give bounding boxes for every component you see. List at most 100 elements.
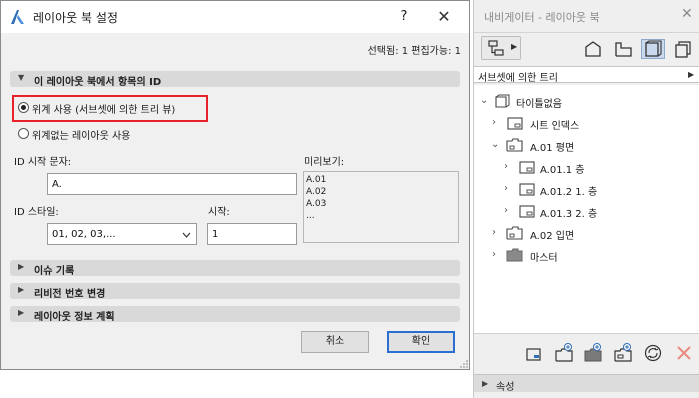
chevron-right-icon: › [492,249,496,260]
resize-grip-icon[interactable] [459,359,469,369]
tree-item-label: 타이틀없음 [516,99,562,110]
chevron-right-icon: ▶ [688,70,695,79]
chevron-right-icon: › [504,183,508,194]
sitemap-icon [488,40,504,56]
sheet-index-icon [507,117,523,130]
navigator-close-button[interactable]: ✕ [681,6,693,22]
navigator-panel: 내비게이터 - 레이아웃 북 ✕ ▶ 서브셋에 의한 트리 ▶ ⌄ 타이틀없음 … [473,0,699,398]
expand-triangle-icon: ▶ [18,308,25,317]
id-prefix-label: ID 시작 문자: [14,157,72,168]
section-item-id[interactable]: ▼ 이 레이아웃 북에서 항목의 ID [10,71,460,88]
preview-line: A.01 [306,175,327,185]
radio-selected-dot [21,105,26,110]
section-label: 이 레이아웃 북에서 항목의 ID [34,77,162,88]
update-icon[interactable] [643,343,663,363]
tree-item-label: A.01.2 1. 층 [540,187,598,198]
expand-triangle-icon: ▶ [482,379,489,388]
view-mode-dropdown[interactable]: 서브셋에 의한 트리 ▶ [474,66,699,84]
preview-box: A.01 A.02 A.03 ... [303,171,459,243]
section-label: 이슈 기록 [34,266,75,277]
publisher-sets-icon[interactable] [672,39,696,59]
layout-icon [519,183,535,196]
radio-no-hierarchy[interactable] [18,128,29,139]
id-prefix-input[interactable]: A. [47,173,297,195]
tree-item[interactable]: ⌄ A.01 평면 [474,136,699,156]
chevron-right-icon: › [504,205,508,216]
id-prefix-value: A. [52,179,62,190]
navigator-sets-button[interactable]: ▶ [481,36,521,60]
layout-book-icon [645,40,662,57]
start-label: 시작: [208,207,230,218]
view-map-icon[interactable] [612,39,636,59]
tree-item-label: A.02 입면 [530,231,575,242]
cancel-button[interactable]: 취소 [301,331,369,353]
properties-label: 속성 [496,382,515,393]
help-button[interactable]: ? [393,7,415,27]
navigator-title: 내비게이터 - 레이아웃 북 [484,11,600,24]
new-master-icon[interactable] [583,343,603,363]
id-style-select[interactable]: 01, 02, 03,... [47,223,197,245]
tree-item-label: A.01.1 층 [540,165,585,176]
tree-item-label: 마스터 [530,253,558,264]
start-value: 1 [212,229,219,240]
view-mode-value: 서브셋에 의한 트리 [478,73,558,84]
chevron-right-icon: › [492,117,496,128]
start-number-input[interactable]: 1 [207,223,297,245]
project-map-icon[interactable] [582,39,606,59]
expand-triangle-icon: ▶ [18,285,25,294]
selection-status: 선택됨: 1 편집가능: 1 [367,46,461,57]
tree-item-label: 시트 인덱스 [530,121,580,132]
radio-use-hierarchy-label[interactable]: 위계 사용 (서브셋에 의한 트리 뷰) [32,101,175,116]
radio-use-hierarchy[interactable] [18,102,29,113]
chevron-right-icon: › [504,161,508,172]
layout-book-view-button[interactable] [641,39,665,59]
radio-no-hierarchy-label[interactable]: 위계없는 레이아웃 사용 [32,127,130,142]
section-label: 레이아웃 정보 계획 [34,312,115,323]
layout-book-settings-dialog: 레이아웃 북 설정 ? ✕ 선택됨: 1 편집가능: 1 ▼ 이 레이아웃 북에… [0,0,470,370]
section-issue-history[interactable]: ▶ 이슈 기록 [10,260,460,277]
divider [474,333,699,334]
close-button[interactable]: ✕ [431,6,457,28]
layout-icon [519,161,535,174]
id-style-label: ID 스타일: [14,207,59,218]
dialog-title: 레이아웃 북 설정 [33,11,118,25]
delete-icon[interactable] [674,343,694,363]
new-layout-icon[interactable] [524,343,544,363]
tree-item[interactable]: › A.01.3 2. 층 [474,202,699,222]
chevron-down-icon: ⌄ [480,95,489,106]
subset-folder-icon [506,138,523,152]
preview-label: 미리보기: [304,157,345,168]
tree-item-label: A.01 평면 [530,143,575,154]
layout-tree: ⌄ 타이틀없음 › 시트 인덱스 ⌄ A.01 평면 › A.01.1 층 › … [474,85,699,333]
dialog-titlebar[interactable]: 레이아웃 북 설정 ? ✕ [1,1,469,33]
expand-triangle-icon: ▶ [18,262,25,271]
tree-item[interactable]: › A.02 입면 [474,224,699,244]
section-revision-renumber[interactable]: ▶ 리비전 번호 변경 [10,283,460,300]
chevron-down-icon [182,232,191,238]
layout-book-icon [495,94,510,108]
divider [474,32,699,33]
preview-line: A.02 [306,187,327,197]
chevron-down-icon: ⌄ [491,139,500,150]
section-label: 리비전 번호 변경 [34,289,106,300]
tree-item-label: A.01.3 2. 층 [540,209,598,220]
tree-item[interactable]: ⌄ 타이틀없음 [474,92,699,112]
tree-item[interactable]: › A.01.2 1. 층 [474,180,699,200]
subset-folder-icon [506,226,523,240]
preview-line: ... [306,211,315,221]
tree-item[interactable]: › 마스터 [474,246,699,266]
properties-section[interactable]: ▶ 속성 [474,374,699,393]
section-layout-info-plan[interactable]: ▶ 레이아웃 정보 계획 [10,306,460,323]
new-folder-icon[interactable] [613,343,633,363]
id-style-value: 01, 02, 03,... [52,229,116,240]
chevron-right-icon: ▶ [511,42,518,51]
tree-item[interactable]: › 시트 인덱스 [474,114,699,134]
collapse-triangle-icon: ▼ [18,73,25,82]
master-folder-icon [506,248,523,262]
preview-line: A.03 [306,199,327,209]
layout-icon [519,205,535,218]
tree-item[interactable]: › A.01.1 층 [474,158,699,178]
ok-button[interactable]: 확인 [387,331,455,353]
chevron-right-icon: › [492,227,496,238]
new-subset-icon[interactable] [554,343,574,363]
